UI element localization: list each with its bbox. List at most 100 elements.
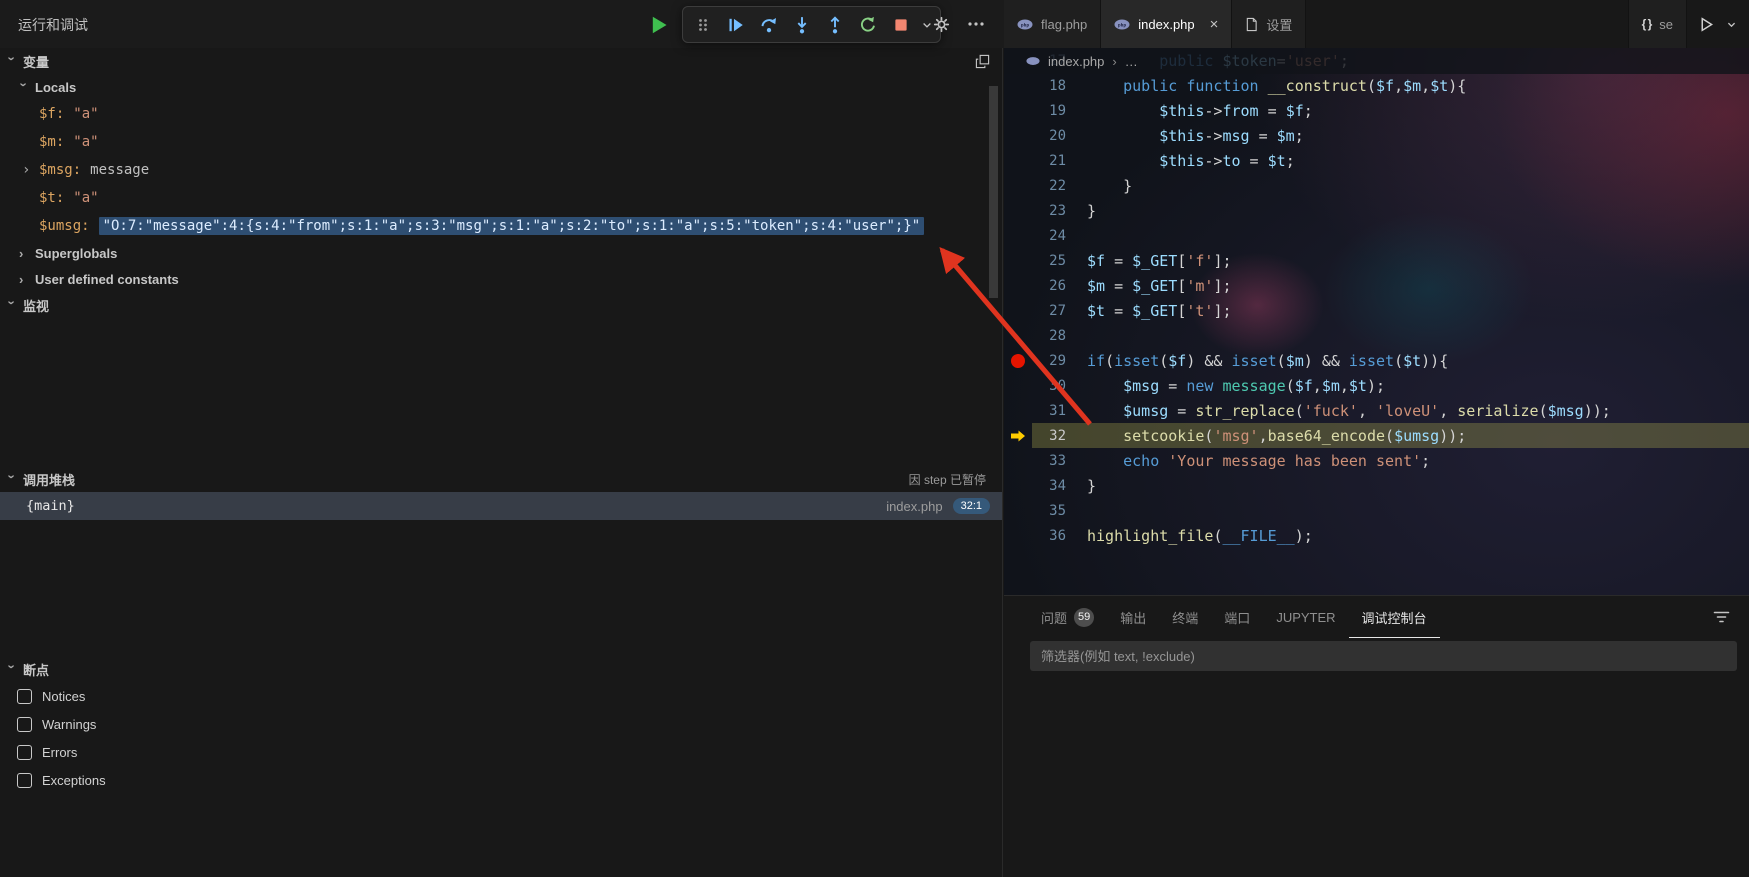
checkbox[interactable] xyxy=(17,688,32,704)
code-line[interactable]: 22 } xyxy=(1004,173,1749,198)
variables-group-user-defined-constants[interactable]: › User defined constants xyxy=(0,266,1002,292)
code-line[interactable]: 36 highlight_file(__FILE__); xyxy=(1004,523,1749,548)
code-line[interactable]: 20 $this->msg = $m; xyxy=(1004,123,1749,148)
step-over-button[interactable] xyxy=(754,10,784,40)
code-line[interactable]: 31 $umsg = str_replace('fuck', 'loveU', … xyxy=(1004,398,1749,423)
breadcrumb-file[interactable]: index.php xyxy=(1048,54,1104,69)
filter-lines-icon[interactable] xyxy=(1712,609,1731,630)
close-icon[interactable]: × xyxy=(1210,17,1219,32)
grip-icon xyxy=(699,18,707,31)
code-text: } xyxy=(1087,202,1096,220)
tab-se[interactable]: { } se xyxy=(1627,0,1687,48)
breakpoint-icon[interactable] xyxy=(1011,353,1025,368)
toolbar-grip-handle[interactable] xyxy=(688,10,718,40)
variable-name: $t: xyxy=(39,190,65,206)
variable-row[interactable]: ›$f:"a" xyxy=(0,100,1002,128)
breakpoint-option-row[interactable]: Errors xyxy=(0,738,1002,766)
code-line[interactable]: 26 $m = $_GET['m']; xyxy=(1004,273,1749,298)
panel-tab-问题[interactable]: 问题 59 xyxy=(1028,596,1107,638)
code-token: ]; xyxy=(1213,276,1232,295)
panel-tab-JUPYTER[interactable]: JUPYTER xyxy=(1263,596,1348,638)
continue-button[interactable] xyxy=(721,10,751,40)
callstack-section-header[interactable]: › 调用堆栈 因 step 已暂停 xyxy=(0,466,1002,492)
frame-file: index.php xyxy=(886,498,943,514)
code-line[interactable]: 29 if(isset($f) && isset($m) && isset($t)… xyxy=(1004,348,1749,373)
tab-设置[interactable]: 设置 xyxy=(1232,0,1307,48)
variables-section-header[interactable]: › 变量 xyxy=(0,48,1002,74)
callstack-frame-row[interactable]: {main} index.php 32:1 xyxy=(0,492,1002,520)
code-token: -> xyxy=(1204,126,1223,145)
code-line[interactable]: 28 xyxy=(1004,323,1749,348)
code-line[interactable]: 35 xyxy=(1004,498,1749,523)
restart-button[interactable] xyxy=(853,10,883,40)
code-line[interactable]: 30 $msg = new message($f,$m,$t); xyxy=(1004,373,1749,398)
code-token: $_GET xyxy=(1132,251,1178,270)
variables-group-superglobals[interactable]: › Superglobals xyxy=(0,240,1002,266)
code-token: function xyxy=(1186,76,1259,95)
more-actions-button[interactable] xyxy=(964,13,988,35)
code-token: serialize xyxy=(1457,401,1539,420)
code-line[interactable]: 24 xyxy=(1004,223,1749,248)
variable-row[interactable]: ›$m:"a" xyxy=(0,128,1002,156)
breakpoints-section-header[interactable]: › 断点 xyxy=(0,656,1002,682)
code-line[interactable]: 32 setcookie('msg',base64_encode($umsg))… xyxy=(1004,423,1749,448)
breakpoint-option-row[interactable]: Notices xyxy=(0,682,1002,710)
code-token: = xyxy=(1258,101,1286,120)
code-line[interactable]: 34} xyxy=(1004,473,1749,498)
code-token: isset xyxy=(1114,351,1160,370)
variable-name: $m: xyxy=(39,134,65,150)
chevron-down-icon xyxy=(1727,22,1735,27)
copy-value-icon[interactable] xyxy=(975,54,990,74)
breakpoint-option-row[interactable]: Exceptions xyxy=(0,766,1002,794)
run-dropdown-button[interactable] xyxy=(1723,9,1739,39)
code-editor[interactable]: 17 public $token='user';18 public functi… xyxy=(1004,48,1749,595)
sidebar-scrollbar[interactable] xyxy=(989,86,998,298)
code-token: $_GET xyxy=(1132,276,1178,295)
panel-tab-端口[interactable]: 端口 xyxy=(1211,596,1263,638)
tab-flag.php[interactable]: php flag.php xyxy=(1004,0,1102,48)
stop-button[interactable] xyxy=(886,10,916,40)
panel-tab-输出[interactable]: 输出 xyxy=(1107,596,1159,638)
code-line[interactable]: 18 public function __construct($f,$m,$t)… xyxy=(1004,73,1749,98)
filter-input[interactable] xyxy=(1030,641,1737,671)
variable-value: "a" xyxy=(73,190,99,206)
code-area[interactable]: 17 public $token='user';18 public functi… xyxy=(1004,48,1749,548)
watch-section-header[interactable]: › 监视 xyxy=(0,292,1002,318)
step-out-button[interactable] xyxy=(820,10,850,40)
code-line[interactable]: 25 $f = $_GET['f']; xyxy=(1004,248,1749,273)
manage-button[interactable] xyxy=(930,13,952,35)
code-line[interactable]: 21 $this->to = $t; xyxy=(1004,148,1749,173)
step-into-button[interactable] xyxy=(787,10,817,40)
locals-list: ›$f:"a"›$m:"a"›$msg:message›$t: "a" ›$umsg… xyxy=(0,100,1002,240)
glyph-margin[interactable] xyxy=(1004,353,1032,368)
panel-tab-label: 端口 xyxy=(1224,610,1251,626)
checkbox[interactable] xyxy=(17,744,32,760)
line-number: 26 xyxy=(1049,277,1066,294)
checkbox[interactable] xyxy=(17,772,32,788)
variable-row[interactable]: ›$umsg:"O:7:"message":4:{s:4:"from";s:1:… xyxy=(0,212,1002,240)
tab-index.php[interactable]: php index.php × xyxy=(1101,0,1233,48)
code-line[interactable]: 33 echo 'Your message has been sent'; xyxy=(1004,448,1749,473)
editor-actions xyxy=(1687,0,1749,48)
code-line[interactable]: 19 $this->from = $f; xyxy=(1004,98,1749,123)
panel-tab-调试控制台[interactable]: 调试控制台 xyxy=(1349,596,1440,638)
code-line-body: 30 $msg = new message($f,$m,$t); xyxy=(1032,373,1749,398)
panel-tab-终端[interactable]: 终端 xyxy=(1159,596,1211,638)
code-line[interactable]: 23} xyxy=(1004,198,1749,223)
variable-row[interactable]: › $msg: message xyxy=(0,156,1002,184)
breadcrumb[interactable]: index.php › … xyxy=(1004,48,1749,74)
variable-row[interactable]: ›$t:"a" xyxy=(0,184,1002,212)
run-file-button[interactable] xyxy=(1691,9,1721,39)
checkbox[interactable] xyxy=(17,716,32,732)
code-line[interactable]: 27 $t = $_GET['t']; xyxy=(1004,298,1749,323)
chevron-right-icon[interactable]: › xyxy=(22,162,39,178)
frame-line-badge: 32:1 xyxy=(952,498,990,514)
variables-group-locals[interactable]: › Locals xyxy=(0,74,1002,100)
code-token: 'msg' xyxy=(1213,426,1259,445)
glyph-margin[interactable] xyxy=(1004,428,1032,444)
breakpoint-option-row[interactable]: Warnings xyxy=(0,710,1002,738)
file-icon xyxy=(1245,17,1258,32)
code-text: } xyxy=(1087,477,1096,495)
start-debug-button[interactable] xyxy=(646,12,672,38)
breadcrumb-symbol[interactable]: … xyxy=(1125,54,1138,69)
